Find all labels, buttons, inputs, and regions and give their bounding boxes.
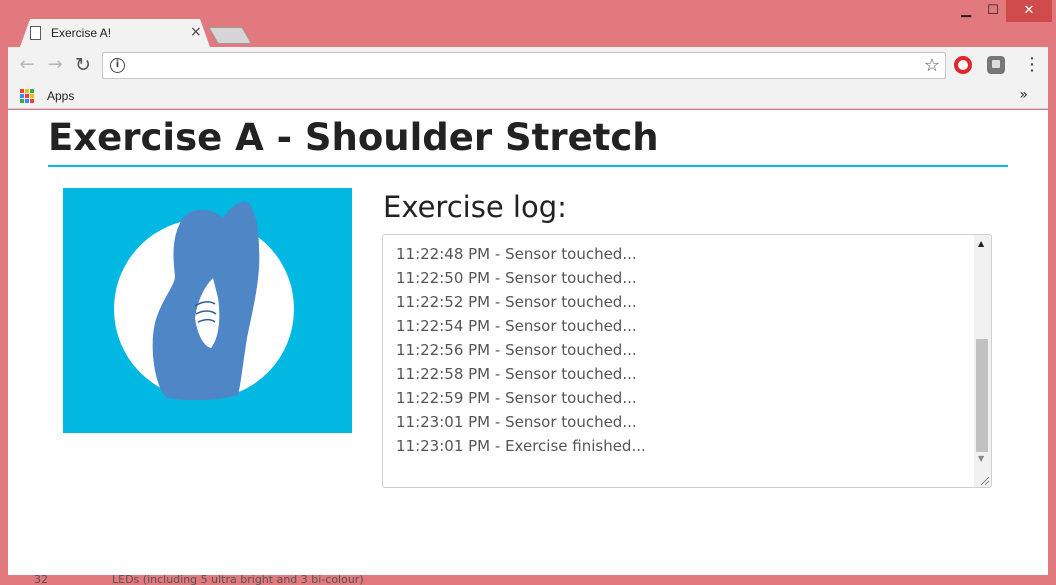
apps-grid-dot [20,94,24,98]
close-window-button[interactable]: ✕ [1006,0,1052,22]
page-viewport: Exercise A - Shoulder Stretch Exercise l… [8,110,1048,575]
apps-bookmark[interactable]: Apps [47,89,74,103]
apps-grid-dot [25,89,29,93]
scroll-down-arrow-icon[interactable]: ▼ [978,454,984,463]
log-entry: 11:22:58 PM - Sensor touched... [396,365,637,383]
apps-grid-dot [20,89,24,93]
log-scrollbar[interactable]: ▲ ▼ [974,235,991,487]
browser-window: Exercise A! × ▁ ☐ ✕ ← → ↻ i ☆ ⋮ Apps » E… [0,0,1056,585]
stretch-figure-icon [114,201,294,401]
browser-menu-icon[interactable]: ⋮ [1023,53,1041,77]
maximize-button[interactable]: ☐ [980,0,1006,22]
opera-extension-icon[interactable] [954,56,972,74]
apps-grid-dot [25,94,29,98]
bookmarks-bar: Apps » [8,85,1048,109]
page-icon [30,26,41,40]
log-entry: 11:22:52 PM - Sensor touched... [396,293,637,311]
browser-tab[interactable] [20,19,210,47]
log-entry: 11:22:48 PM - Sensor touched... [396,245,637,263]
background-row-number: 32 [34,575,48,585]
log-entry: 11:23:01 PM - Exercise finished... [396,437,646,455]
address-bar[interactable]: i ☆ [102,52,946,79]
log-entry: 11:22:50 PM - Sensor touched... [396,269,637,287]
background-window-strip: 32 LEDs (including 5 ultra bright and 3 … [0,575,1056,585]
forward-button[interactable]: → [44,54,66,76]
scrollbar-thumb[interactable] [976,339,988,452]
tab-title[interactable]: Exercise A! [51,26,111,40]
apps-icon[interactable] [20,89,34,103]
tab-close-icon[interactable]: × [190,24,202,40]
log-entry: 11:22:54 PM - Sensor touched... [396,317,637,335]
background-row-text: LEDs (including 5 ultra bright and 3 bi-… [112,575,364,585]
log-lines: 11:22:48 PM - Sensor touched... 11:22:50 … [396,243,646,459]
title-bar: Exercise A! × ▁ ☐ ✕ [0,0,1056,47]
back-button[interactable]: ← [16,54,38,76]
log-entry: 11:23:01 PM - Sensor touched... [396,413,637,431]
new-tab-button[interactable] [208,27,252,44]
browser-toolbar: ← → ↻ i ☆ ⋮ [8,47,1048,85]
title-divider [48,165,1008,167]
apps-grid-dot [20,99,24,103]
scroll-up-arrow-icon[interactable]: ▲ [978,239,984,248]
page-title: Exercise A - Shoulder Stretch [48,116,659,159]
apps-grid-dot [30,99,34,103]
apps-grid-dot [30,89,34,93]
info-icon[interactable]: i [110,58,125,73]
bookmark-star-icon[interactable]: ☆ [924,55,940,76]
reload-button[interactable]: ↻ [72,54,94,76]
pocket-extension-icon[interactable] [987,56,1005,74]
minimize-button[interactable]: ▁ [952,0,980,22]
exercise-log-textarea[interactable]: 11:22:48 PM - Sensor touched... 11:22:50 … [382,234,992,488]
log-entry: 11:22:59 PM - Sensor touched... [396,389,637,407]
log-heading: Exercise log: [383,190,567,224]
bookmarks-overflow-icon[interactable]: » [1019,87,1028,103]
shoulder-stretch-illustration [63,188,352,433]
resize-grip-icon[interactable] [978,474,990,486]
apps-grid-dot [30,94,34,98]
apps-grid-dot [25,99,29,103]
log-entry: 11:22:56 PM - Sensor touched... [396,341,637,359]
